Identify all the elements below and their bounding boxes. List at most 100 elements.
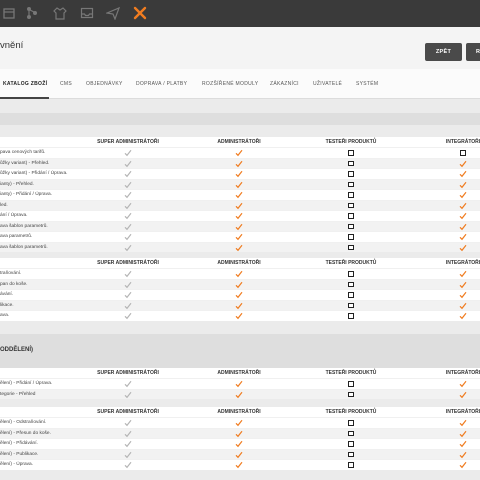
checkmark-icon[interactable] — [124, 430, 132, 438]
checkbox[interactable] — [347, 233, 355, 241]
checkmark-icon[interactable] — [124, 270, 132, 278]
checkmark-icon[interactable] — [124, 291, 132, 299]
checkmark-icon[interactable] — [459, 430, 467, 438]
checkbox[interactable] — [347, 160, 355, 168]
checkmark-icon[interactable] — [459, 312, 467, 320]
checkmark-icon[interactable] — [124, 212, 132, 220]
checkbox[interactable] — [347, 451, 355, 459]
checkmark-icon[interactable] — [124, 233, 132, 241]
box-icon[interactable] — [2, 6, 16, 20]
checkmark-icon[interactable] — [124, 181, 132, 189]
checkmark-icon[interactable] — [235, 312, 243, 320]
checkmark-icon[interactable] — [235, 461, 243, 469]
checkmark-icon[interactable] — [235, 149, 243, 157]
checkmark-icon[interactable] — [459, 233, 467, 241]
checkmark-icon[interactable] — [124, 440, 132, 448]
checkmark-icon[interactable] — [459, 160, 467, 168]
tab-objednavky[interactable]: OBJEDNÁVKY — [86, 81, 123, 87]
checkbox[interactable] — [459, 149, 467, 157]
checkmark-icon[interactable] — [124, 202, 132, 210]
checkmark-icon[interactable] — [459, 244, 467, 252]
checkmark-icon[interactable] — [459, 451, 467, 459]
checkmark-icon[interactable] — [124, 223, 132, 231]
checkmark-icon[interactable] — [459, 223, 467, 231]
checkmark-icon[interactable] — [459, 170, 467, 178]
checkbox[interactable] — [347, 419, 355, 427]
checkbox[interactable] — [347, 302, 355, 310]
tab-system[interactable]: SYSTÉM — [356, 81, 378, 87]
tab-rozsirene-moduly[interactable]: ROZŠÍŘENÉ MODULY — [202, 81, 258, 87]
tab-katalog-zbozi[interactable]: KATALOG ZBOŽÍ — [3, 81, 47, 87]
checkmark-icon[interactable] — [459, 181, 467, 189]
checkbox[interactable] — [347, 181, 355, 189]
tab-uzivatele[interactable]: UŽIVATELÉ — [313, 81, 342, 87]
checkmark-icon[interactable] — [235, 181, 243, 189]
checkmark-icon[interactable] — [235, 451, 243, 459]
back-button[interactable]: ZPĚT — [425, 43, 462, 61]
checkmark-icon[interactable] — [459, 281, 467, 289]
checkmark-icon[interactable] — [459, 302, 467, 310]
inbox-icon[interactable] — [80, 6, 94, 20]
tab-zakaznici[interactable]: ZÁKAZNÍCI — [270, 81, 299, 87]
checkmark-icon[interactable] — [124, 312, 132, 320]
checkbox[interactable] — [347, 212, 355, 220]
checkbox[interactable] — [347, 461, 355, 469]
checkmark-icon[interactable] — [459, 391, 467, 399]
checkmark-icon[interactable] — [235, 270, 243, 278]
checkbox[interactable] — [347, 430, 355, 438]
checkmark-icon[interactable] — [235, 440, 243, 448]
checkmark-icon[interactable] — [459, 419, 467, 427]
checkmark-icon[interactable] — [235, 160, 243, 168]
checkbox[interactable] — [347, 291, 355, 299]
checkmark-icon[interactable] — [124, 191, 132, 199]
checkmark-icon[interactable] — [124, 461, 132, 469]
checkmark-icon[interactable] — [459, 270, 467, 278]
checkmark-icon[interactable] — [235, 170, 243, 178]
checkbox[interactable] — [347, 312, 355, 320]
checkmark-icon[interactable] — [235, 302, 243, 310]
checkmark-icon[interactable] — [235, 281, 243, 289]
checkbox[interactable] — [347, 391, 355, 399]
checkbox[interactable] — [347, 244, 355, 252]
checkmark-icon[interactable] — [235, 202, 243, 210]
checkmark-icon[interactable] — [235, 244, 243, 252]
checkmark-icon[interactable] — [459, 291, 467, 299]
checkbox[interactable] — [347, 270, 355, 278]
checkmark-icon[interactable] — [235, 291, 243, 299]
checkmark-icon[interactable] — [124, 451, 132, 459]
secondary-button[interactable]: R — [466, 43, 480, 61]
checkmark-icon[interactable] — [124, 391, 132, 399]
send-icon[interactable] — [106, 6, 120, 20]
checkmark-icon[interactable] — [235, 212, 243, 220]
checkmark-icon[interactable] — [124, 380, 132, 388]
checkmark-icon[interactable] — [459, 202, 467, 210]
checkbox[interactable] — [347, 191, 355, 199]
tab-cms[interactable]: CMS — [60, 81, 72, 87]
checkmark-icon[interactable] — [124, 160, 132, 168]
checkmark-icon[interactable] — [124, 281, 132, 289]
tab-doprava-platby[interactable]: DOPRAVA / PLATBY — [136, 81, 187, 87]
checkmark-icon[interactable] — [459, 461, 467, 469]
checkmark-icon[interactable] — [235, 430, 243, 438]
checkmark-icon[interactable] — [235, 380, 243, 388]
checkmark-icon[interactable] — [459, 380, 467, 388]
checkbox[interactable] — [347, 202, 355, 210]
checkmark-icon[interactable] — [235, 191, 243, 199]
checkmark-icon[interactable] — [124, 244, 132, 252]
checkmark-icon[interactable] — [235, 223, 243, 231]
checkmark-icon[interactable] — [235, 391, 243, 399]
checkmark-icon[interactable] — [459, 191, 467, 199]
checkmark-icon[interactable] — [124, 149, 132, 157]
tree-icon[interactable] — [25, 6, 39, 20]
checkmark-icon[interactable] — [124, 302, 132, 310]
checkbox[interactable] — [347, 170, 355, 178]
checkmark-icon[interactable] — [235, 233, 243, 241]
shirt-icon[interactable] — [53, 6, 67, 20]
checkmark-icon[interactable] — [459, 440, 467, 448]
checkmark-icon[interactable] — [124, 170, 132, 178]
checkmark-icon[interactable] — [124, 419, 132, 427]
checkbox[interactable] — [347, 281, 355, 289]
checkbox[interactable] — [347, 223, 355, 231]
checkmark-icon[interactable] — [235, 419, 243, 427]
tools-icon[interactable] — [133, 6, 147, 20]
